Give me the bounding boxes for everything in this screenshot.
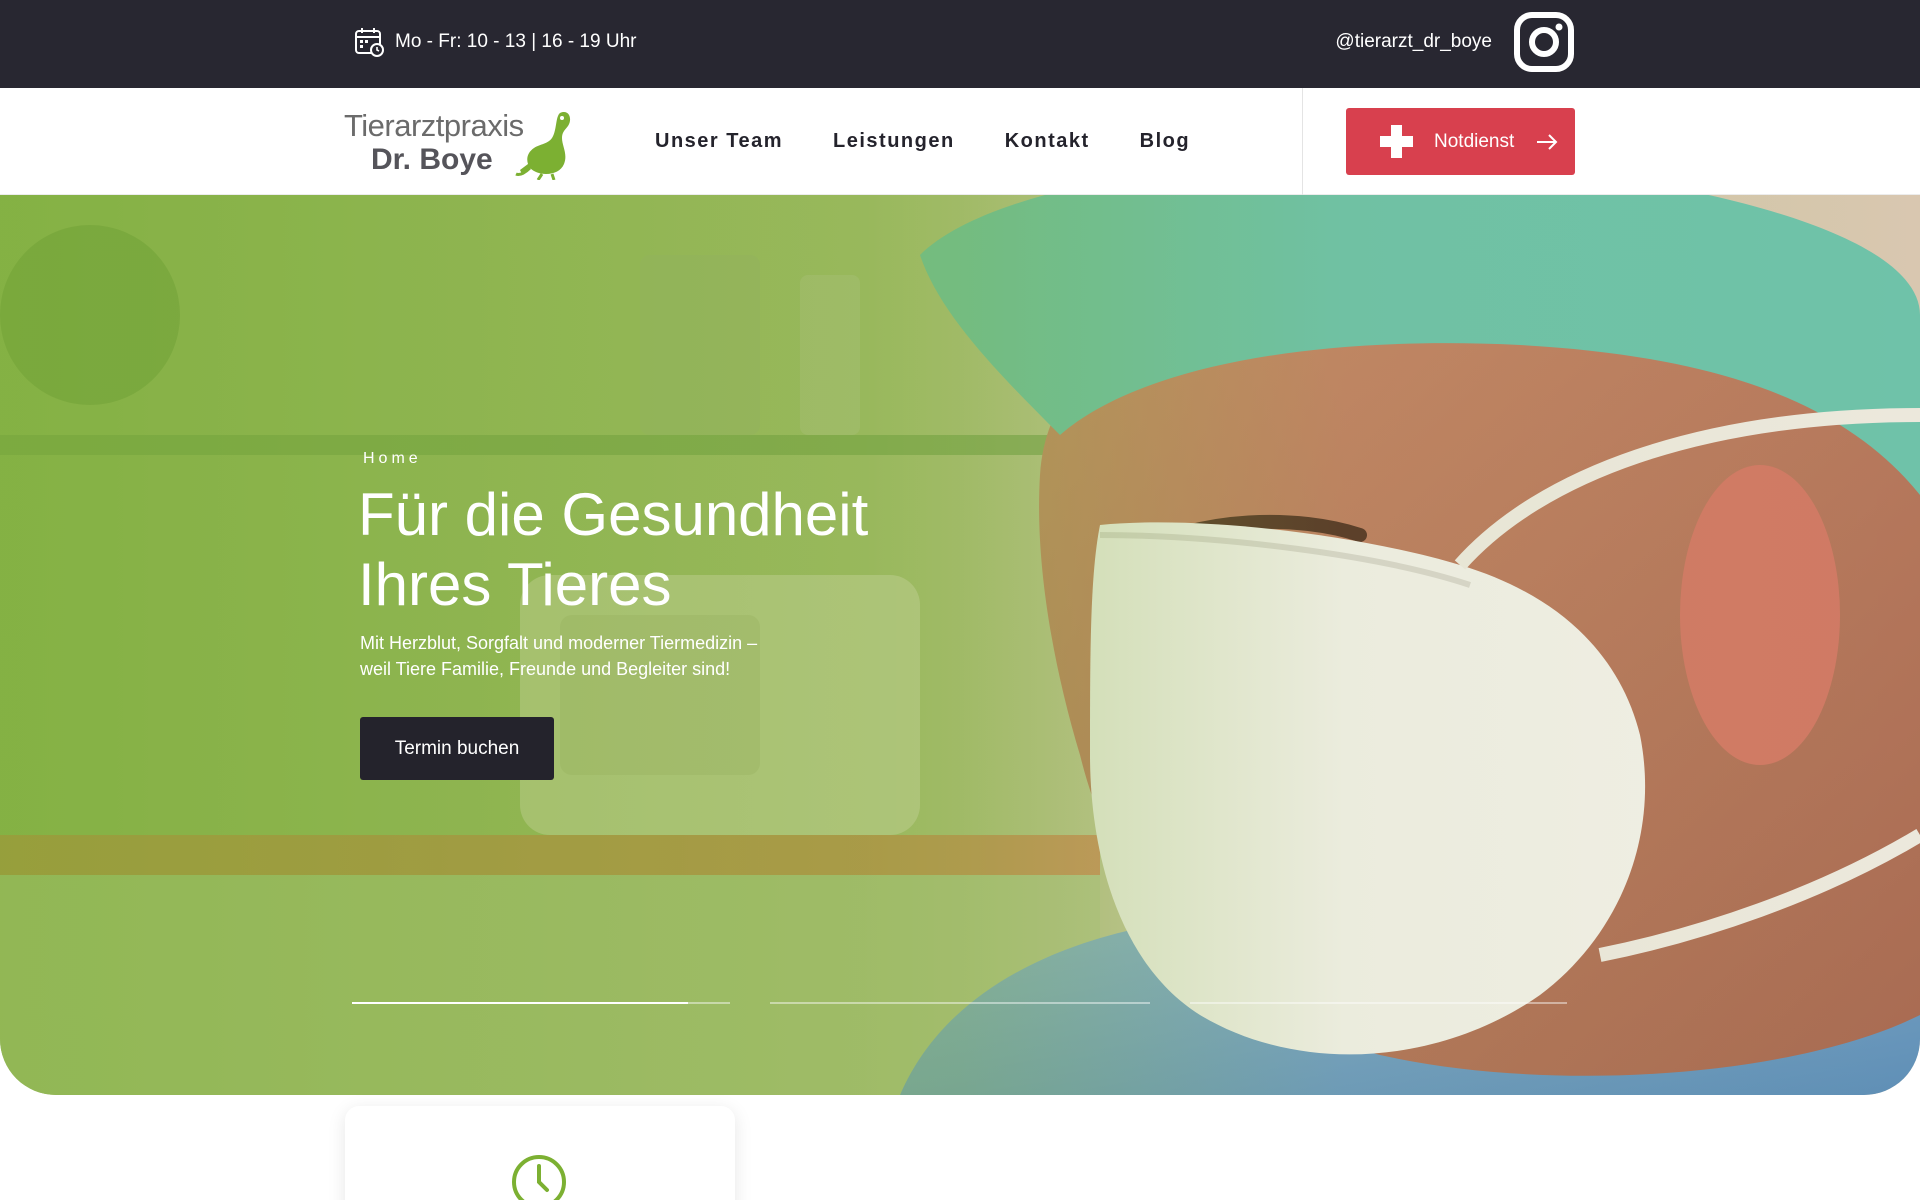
main-header: Tierarztpraxis Dr. Boye Unser Team Leist… xyxy=(0,88,1920,195)
opening-hours-text: Mo - Fr: 10 - 13 | 16 - 19 Uhr xyxy=(395,31,637,52)
nav-leistungen[interactable]: Leistungen xyxy=(833,130,955,153)
hero-title: Für die Gesundheit Ihres Tieres xyxy=(358,480,998,620)
slide-progress-fill xyxy=(352,1002,689,1004)
top-bar: Mo - Fr: 10 - 13 | 16 - 19 Uhr @tierarzt… xyxy=(0,0,1920,88)
logo-line1: Tierarztpraxis xyxy=(344,108,524,143)
instagram-handle[interactable]: @tierarzt_dr_boye xyxy=(1335,31,1492,53)
hero-subtitle-line1: Mit Herzblut, Sorgfalt und moderner Tier… xyxy=(360,633,758,653)
nav-kontakt[interactable]: Kontakt xyxy=(1005,130,1090,153)
instagram-link[interactable]: @tierarzt_dr_boye xyxy=(1335,11,1575,73)
hero-title-line1: Für die Gesundheit xyxy=(358,481,869,548)
nav-unser-team[interactable]: Unser Team xyxy=(655,130,783,153)
logo-line2: Dr. Boye xyxy=(371,143,493,176)
opening-hours-card xyxy=(345,1106,735,1200)
instagram-icon[interactable] xyxy=(1513,11,1575,73)
hero-subtitle-line2: weil Tiere Familie, Freunde und Begleite… xyxy=(360,659,731,679)
slide-indicator-3[interactable] xyxy=(1190,1002,1567,1004)
hero-image-veterinarian xyxy=(0,195,1920,1095)
logo[interactable]: Tierarztpraxis Dr. Boye xyxy=(344,108,574,180)
slide-indicator-2[interactable] xyxy=(770,1002,1150,1004)
hero-section: Home Für die Gesundheit Ihres Tieres Mit… xyxy=(0,195,1920,1095)
breadcrumb-home[interactable]: Home xyxy=(363,450,422,468)
clock-icon xyxy=(512,1155,566,1200)
white-cross-icon xyxy=(1380,125,1413,158)
calendar-clock-icon xyxy=(355,28,384,57)
slider-indicators xyxy=(352,1002,1567,1006)
green-cat-icon xyxy=(515,112,571,180)
nav-blog[interactable]: Blog xyxy=(1140,130,1190,153)
main-nav: Unser Team Leistungen Kontakt Blog xyxy=(655,88,1240,195)
arrow-right-icon xyxy=(1537,133,1558,150)
notdienst-button[interactable]: Notdienst xyxy=(1346,108,1575,175)
termin-buchen-button[interactable]: Termin buchen xyxy=(360,717,554,780)
hero-subtitle: Mit Herzblut, Sorgfalt und moderner Tier… xyxy=(360,630,880,682)
hero-title-line2: Ihres Tieres xyxy=(358,551,672,618)
header-divider xyxy=(1302,88,1303,195)
slide-indicator-1[interactable] xyxy=(352,1002,730,1004)
opening-hours: Mo - Fr: 10 - 13 | 16 - 19 Uhr xyxy=(353,25,636,59)
notdienst-label: Notdienst xyxy=(1434,130,1515,152)
